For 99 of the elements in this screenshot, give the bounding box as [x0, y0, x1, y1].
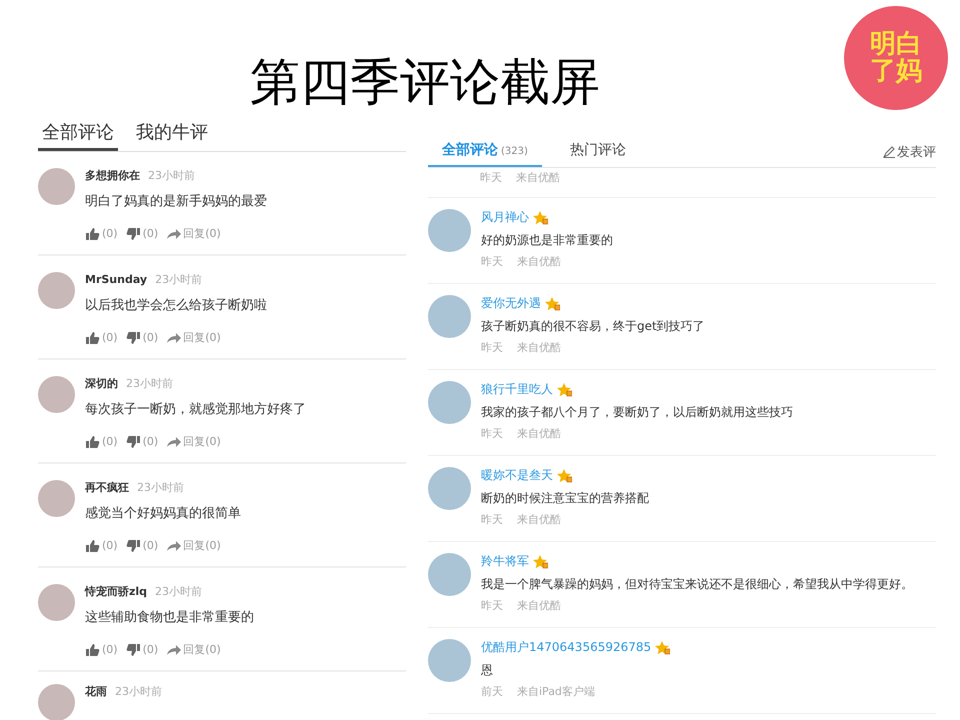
comment-date: 昨天	[481, 513, 503, 528]
reply-arrow-icon	[166, 330, 182, 344]
comment-date: 昨天	[481, 341, 503, 356]
slide-title: 第四季评论截屏	[250, 52, 600, 112]
like-button[interactable]: (0)	[85, 330, 118, 345]
reply-button[interactable]: 回复(0)	[166, 226, 221, 241]
reply-arrow-icon	[166, 538, 182, 552]
avatar-placeholder	[38, 684, 75, 720]
thumbs-down-icon	[126, 434, 141, 448]
thumbs-up-icon	[85, 226, 100, 240]
comment-date: 昨天	[481, 255, 503, 270]
comment-date: 昨天	[481, 599, 503, 614]
comment-source: 来自优酷	[517, 341, 561, 356]
comment-text: 孩子断奶真的很不容易，终于get到技巧了	[481, 318, 705, 336]
avatar-placeholder	[428, 553, 471, 596]
level-badge-icon	[556, 382, 572, 398]
comment-text: 这些辅助食物也是非常重要的	[85, 609, 254, 626]
reply-button[interactable]: 回复(0)	[166, 330, 221, 345]
logo-badge: 明白了妈	[844, 6, 948, 110]
comment-time: 23小时前	[126, 376, 173, 391]
comment-text: 明白了妈真的是新手妈妈的最爱	[85, 193, 267, 210]
level-badge-icon	[544, 296, 560, 312]
user-name[interactable]: 狼行千里吃人	[481, 381, 553, 398]
user-name[interactable]: 羚牛将军	[481, 553, 529, 570]
user-name[interactable]: 深切的	[85, 376, 118, 391]
comment-text: 以后我也学会怎么给孩子断奶啦	[85, 297, 267, 314]
thumbs-down-icon	[126, 330, 141, 344]
user-name[interactable]: MrSunday	[85, 273, 148, 286]
thumbs-down-icon	[126, 226, 141, 240]
reply-button[interactable]: 回复(0)	[166, 434, 221, 449]
dislike-button[interactable]: (0)	[126, 642, 158, 657]
comment-time: 23小时前	[155, 272, 202, 287]
comment-date: 前天	[481, 685, 503, 700]
thumbs-down-icon	[126, 538, 141, 552]
user-name[interactable]: 恃宠而骄zlq	[85, 584, 148, 599]
comment-source: 来自优酷	[517, 513, 561, 528]
comment-date: 昨天	[480, 171, 502, 186]
post-comment-link[interactable]: 发表评	[883, 143, 936, 167]
comment-time: 23小时前	[137, 480, 184, 495]
thumbs-up-icon	[85, 642, 100, 656]
reply-arrow-icon	[166, 226, 182, 240]
user-name[interactable]: 多想拥你在	[85, 168, 140, 183]
avatar-placeholder	[38, 584, 75, 621]
level-badge-icon	[532, 554, 548, 570]
avatar-placeholder	[428, 639, 471, 682]
avatar-placeholder	[428, 467, 471, 510]
pencil-icon	[883, 146, 895, 158]
level-badge-icon	[532, 210, 548, 226]
thumbs-up-icon	[85, 434, 100, 448]
user-name[interactable]: 风月禅心	[481, 209, 529, 226]
tab[interactable]: 全部评论 (323)	[428, 141, 542, 167]
comment-source: 来自iPad客户端	[517, 685, 595, 700]
user-name[interactable]: 花雨	[85, 684, 107, 699]
avatar-placeholder	[428, 209, 471, 252]
thumbs-down-icon	[126, 642, 141, 656]
comment-time: 23小时前	[115, 684, 162, 699]
tab[interactable]: 热门评论	[556, 141, 640, 167]
thumbs-up-icon	[85, 330, 100, 344]
level-badge-icon	[556, 468, 572, 484]
comment-text: 我家的孩子都八个月了，要断奶了，以后断奶就用这些技巧	[481, 404, 793, 422]
avatar-placeholder	[38, 168, 75, 205]
like-button[interactable]: (0)	[85, 538, 118, 553]
thumbs-up-icon	[85, 538, 100, 552]
user-name[interactable]: 再不疯狂	[85, 480, 129, 495]
user-name[interactable]: 优酷用户1470643565926785	[481, 639, 652, 656]
dislike-button[interactable]: (0)	[126, 538, 158, 553]
comment-text: 恩	[481, 662, 494, 680]
avatar-placeholder	[428, 295, 471, 338]
like-button[interactable]: (0)	[85, 642, 118, 657]
dislike-button[interactable]: (0)	[126, 330, 158, 345]
comment-source: 来自优酷	[517, 599, 561, 614]
reply-arrow-icon	[166, 642, 182, 656]
tab[interactable]: 我的牛评	[132, 120, 212, 151]
comment-date: 昨天	[481, 427, 503, 442]
reply-button[interactable]: 回复(0)	[166, 642, 221, 657]
reply-arrow-icon	[166, 434, 182, 448]
avatar-placeholder	[38, 480, 75, 517]
user-name[interactable]: 爱你无外遇	[481, 295, 541, 312]
comment-text: 每次孩子一断奶，就感觉那地方好疼了	[85, 401, 306, 418]
avatar-placeholder	[38, 376, 75, 413]
comment-time: 23小时前	[155, 584, 202, 599]
comment-text: 我是一个脾气暴躁的妈妈，但对待宝宝来说还不是很细心，希望我从中学得更好。	[481, 576, 913, 594]
user-name[interactable]: 暖妳不是叁天	[481, 467, 553, 484]
dislike-button[interactable]: (0)	[126, 226, 158, 241]
comment-time: 23小时前	[148, 168, 195, 183]
comment-source: 来自优酷	[516, 171, 560, 186]
like-button[interactable]: (0)	[85, 226, 118, 241]
level-badge-icon	[654, 640, 670, 656]
dislike-button[interactable]: (0)	[126, 434, 158, 449]
avatar-placeholder	[428, 381, 471, 424]
like-button[interactable]: (0)	[85, 434, 118, 449]
reply-button[interactable]: 回复(0)	[166, 538, 221, 553]
comment-text: 断奶的时候注意宝宝的营养搭配	[481, 490, 649, 508]
comment-text: 好的奶源也是非常重要的	[481, 232, 613, 250]
tab[interactable]: 全部评论	[38, 120, 118, 151]
comment-text: 感觉当个好妈妈真的很简单	[85, 505, 241, 522]
comment-source: 来自优酷	[517, 427, 561, 442]
avatar-placeholder	[38, 272, 75, 309]
comment-source: 来自优酷	[517, 255, 561, 270]
